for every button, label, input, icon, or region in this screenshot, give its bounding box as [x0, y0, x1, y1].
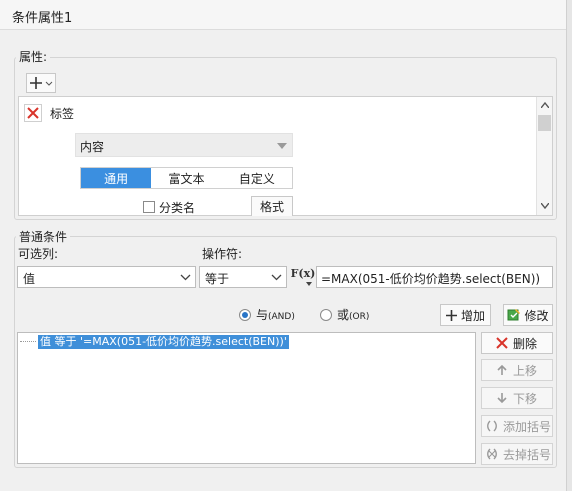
modify-condition-button[interactable]: 修改: [503, 304, 553, 326]
plus-dropdown-icon: [30, 77, 53, 89]
move-up-button[interactable]: 上移: [481, 359, 553, 381]
tab-rich-text[interactable]: 富文本: [151, 168, 222, 188]
or-radio[interactable]: [320, 309, 332, 321]
scroll-up-icon[interactable]: [541, 102, 549, 108]
formula-icon: F(x): [290, 267, 316, 280]
content-select-value: 内容: [80, 140, 105, 154]
chevron-down-icon: [180, 274, 190, 280]
operator-select[interactable]: 等于: [199, 266, 287, 288]
edit-icon: [507, 309, 521, 321]
condition-list-item[interactable]: 值 等于 '=MAX(051-低价均价趋势.select(BEN))': [20, 334, 289, 349]
add-property-button[interactable]: [26, 73, 56, 93]
delete-condition-button[interactable]: 删除: [481, 332, 553, 354]
properties-scrollbar[interactable]: [536, 97, 552, 215]
format-tabs: 通用 富文本 自定义: [80, 167, 293, 189]
title-bar: 条件属性1: [0, 0, 572, 30]
remove-bracket-button[interactable]: 去掉括号: [481, 443, 553, 465]
remove-brackets-icon: [487, 448, 497, 460]
formula-field-value: =MAX(051-低价均价趋势.select(BEN)): [321, 272, 541, 286]
column-label: 可选列:: [18, 247, 59, 261]
brackets-icon: [487, 420, 497, 432]
category-checkbox-label: 分类名: [159, 201, 196, 215]
scroll-thumb[interactable]: [538, 115, 551, 131]
category-checkbox[interactable]: [143, 201, 155, 213]
chevron-down-icon: [306, 282, 312, 286]
properties-list: 标签 内容 通用 富文本 自定义 分类名 格式: [18, 96, 553, 216]
delete-icon: [496, 337, 508, 349]
plus-icon: [445, 309, 457, 321]
tab-custom[interactable]: 自定义: [221, 168, 292, 188]
chevron-down-icon: [271, 274, 281, 280]
and-radio-label: 与(AND): [256, 308, 295, 322]
operator-select-value: 等于: [205, 272, 230, 286]
condition-list: 值 等于 '=MAX(051-低价均价趋势.select(BEN))': [17, 332, 476, 464]
properties-group-label: 属性:: [16, 48, 51, 65]
scroll-down-icon[interactable]: [541, 203, 549, 209]
column-select-value: 值: [23, 272, 36, 286]
window-right-edge: [566, 0, 572, 491]
content-select[interactable]: 内容: [75, 133, 293, 157]
operator-label: 操作符:: [202, 247, 243, 261]
window-title: 条件属性1: [12, 11, 73, 26]
add-condition-button[interactable]: 增加: [440, 304, 491, 326]
delete-property-icon[interactable]: [24, 104, 42, 122]
tab-general[interactable]: 通用: [81, 168, 152, 188]
formula-button[interactable]: F(x): [291, 265, 315, 289]
column-select[interactable]: 值: [17, 266, 196, 288]
move-down-button[interactable]: 下移: [481, 387, 553, 409]
arrow-up-icon: [497, 364, 507, 375]
add-bracket-button[interactable]: 添加括号: [481, 415, 553, 437]
property-item-label: 标签: [50, 107, 75, 121]
or-radio-label: 或(OR): [337, 308, 370, 322]
chevron-down-icon: [277, 143, 287, 149]
formula-field[interactable]: =MAX(051-低价均价趋势.select(BEN)): [316, 266, 553, 288]
condition-list-item-text: 值 等于 '=MAX(051-低价均价趋势.select(BEN))': [38, 334, 289, 349]
and-radio[interactable]: [239, 309, 251, 321]
condition-group-label: 普通条件: [16, 228, 71, 245]
property-item-row[interactable]: 标签: [19, 98, 536, 128]
format-button[interactable]: 格式: [251, 196, 293, 216]
arrow-down-icon: [497, 393, 507, 404]
